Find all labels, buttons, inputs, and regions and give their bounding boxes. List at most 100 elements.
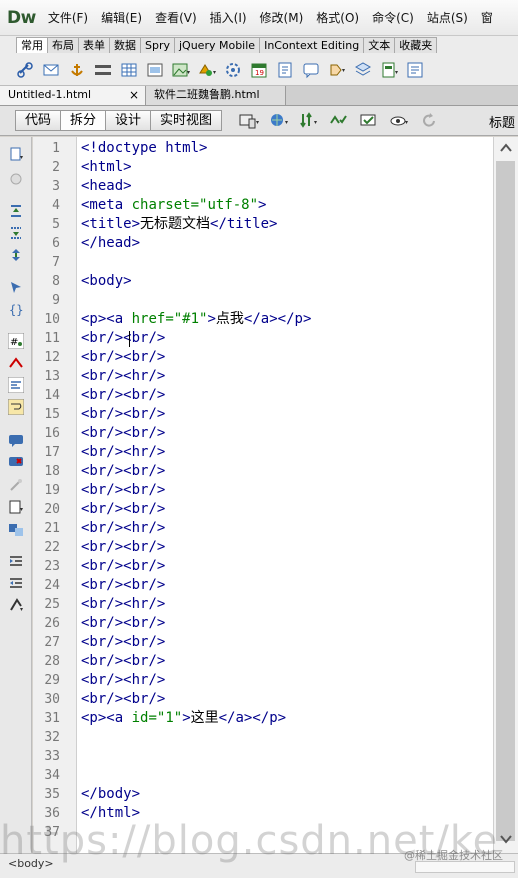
image-icon[interactable] xyxy=(172,61,190,79)
line-number: 34 xyxy=(44,768,60,783)
templates-icon[interactable] xyxy=(380,61,398,79)
named-anchor-icon[interactable] xyxy=(68,61,86,79)
line-numbers-icon[interactable]: # xyxy=(7,332,25,350)
insert-div-icon[interactable] xyxy=(146,61,164,79)
menu-modify[interactable]: 修改(M) xyxy=(260,9,304,26)
date-icon[interactable]: 19 xyxy=(250,61,268,79)
code-text: <title>无标题文档</title> xyxy=(81,216,278,232)
line-number: 15 xyxy=(44,407,60,422)
collapse-full-tag-icon[interactable] xyxy=(8,203,24,219)
close-icon[interactable]: × xyxy=(129,86,139,104)
scrollbar-thumb[interactable] xyxy=(496,161,515,841)
w3c-validation-icon[interactable] xyxy=(329,111,351,131)
comment-icon[interactable] xyxy=(302,61,320,79)
menu-format[interactable]: 格式(O) xyxy=(316,9,359,26)
head-icon[interactable] xyxy=(328,61,346,79)
code-text: <br/><br/> xyxy=(81,330,166,346)
script-icon[interactable] xyxy=(354,61,372,79)
line-number: 16 xyxy=(44,426,60,441)
line-number: 33 xyxy=(44,749,60,764)
check-browser-icon[interactable] xyxy=(359,111,381,131)
wrap-tag-icon[interactable] xyxy=(8,477,24,493)
line-number: 22 xyxy=(44,540,60,555)
server-include-icon[interactable] xyxy=(276,61,294,79)
preview-browser-icon[interactable] xyxy=(269,111,291,131)
menu-window[interactable]: 窗 xyxy=(481,9,493,26)
tag-chooser-icon[interactable] xyxy=(406,61,424,79)
vertical-scrollbar[interactable] xyxy=(493,137,518,853)
menu-site[interactable]: 站点(S) xyxy=(427,9,468,26)
document-tab-untitled[interactable]: Untitled-1.html × xyxy=(0,86,146,105)
tab-forms[interactable]: 表单 xyxy=(78,37,110,53)
email-link-icon[interactable] xyxy=(42,61,60,79)
code-text: <br/><br/> xyxy=(81,425,166,441)
menu-commands[interactable]: 命令(C) xyxy=(372,9,414,26)
tag-selector[interactable]: <body> xyxy=(8,857,54,870)
menu-edit[interactable]: 编辑(E) xyxy=(101,9,142,26)
tab-data[interactable]: 数据 xyxy=(109,37,141,53)
line-number: 35 xyxy=(44,787,60,802)
code-view-button[interactable]: 代码 xyxy=(15,110,62,131)
file-management-icon[interactable] xyxy=(299,111,321,131)
tab-jquery-mobile[interactable]: jQuery Mobile xyxy=(174,37,261,53)
indent-code-icon[interactable] xyxy=(8,553,24,569)
remove-comment-icon[interactable] xyxy=(8,455,24,471)
tab-common[interactable]: 常用 xyxy=(16,37,48,53)
code-text: <head> xyxy=(81,178,132,194)
expand-all-icon[interactable] xyxy=(8,247,24,263)
media-icon[interactable] xyxy=(198,61,216,79)
outdent-code-icon[interactable] xyxy=(8,575,24,591)
menu-view[interactable]: 查看(V) xyxy=(155,9,197,26)
menu-bar: Dw 文件(F) 编辑(E) 查看(V) 插入(I) 修改(M) 格式(O) 命… xyxy=(0,0,518,36)
balance-braces-icon[interactable]: {} xyxy=(8,301,24,317)
widget-icon[interactable] xyxy=(224,61,242,79)
show-code-navigator-icon[interactable] xyxy=(8,171,24,187)
document-tab-label: 软件二班魏鲁鹏.html xyxy=(154,88,260,101)
horizontal-rule-icon[interactable] xyxy=(94,61,112,79)
open-documents-icon[interactable] xyxy=(8,147,24,163)
line-number: 26 xyxy=(44,616,60,631)
code-text: <br/><br/> xyxy=(81,691,166,707)
tab-layout[interactable]: 布局 xyxy=(47,37,79,53)
table-icon[interactable] xyxy=(120,61,138,79)
document-tabs: Untitled-1.html × 软件二班魏鲁鹏.html xyxy=(0,86,518,106)
line-number: 2 xyxy=(52,160,60,175)
word-wrap-icon[interactable] xyxy=(7,398,25,416)
code-text: <br/><hr/> xyxy=(81,444,166,460)
visual-aids-icon[interactable] xyxy=(389,111,411,131)
line-number: 6 xyxy=(52,236,60,251)
line-number: 25 xyxy=(44,597,60,612)
hyperlink-icon[interactable] xyxy=(16,61,34,79)
move-css-icon[interactable] xyxy=(8,521,24,537)
scroll-down-icon[interactable] xyxy=(498,832,514,846)
multiscreen-icon[interactable] xyxy=(239,111,261,131)
split-view-button[interactable]: 拆分 xyxy=(60,110,107,131)
scroll-up-icon[interactable] xyxy=(498,141,514,155)
tab-text[interactable]: 文本 xyxy=(363,37,396,53)
highlight-invalid-code-icon[interactable] xyxy=(8,355,24,371)
menu-insert[interactable]: 插入(I) xyxy=(210,9,247,26)
document-tab-second[interactable]: 软件二班魏鲁鹏.html xyxy=(146,86,286,105)
line-number: 20 xyxy=(44,502,60,517)
design-view-button[interactable]: 设计 xyxy=(105,110,152,131)
tab-favorites[interactable]: 收藏夹 xyxy=(394,37,438,53)
code-editor[interactable]: 1 <!doctype html> 2 <html> 3 <head> 4 <meta cha… xyxy=(33,137,493,878)
line-number: 32 xyxy=(44,730,60,745)
recent-snippets-icon[interactable] xyxy=(8,499,24,515)
title-label: 标题 xyxy=(489,116,516,131)
code-text: <br/><br/> xyxy=(81,482,166,498)
tab-spry[interactable]: Spry xyxy=(140,37,175,53)
live-view-button[interactable]: 实时视图 xyxy=(150,110,223,131)
code-text: <br/><br/> xyxy=(81,653,166,669)
collapse-selection-icon[interactable] xyxy=(8,225,24,241)
format-source-icon[interactable] xyxy=(8,597,24,613)
syntax-coloring-icon[interactable] xyxy=(7,376,25,394)
text-caret xyxy=(129,331,130,347)
tab-incontext-editing[interactable]: InContext Editing xyxy=(259,37,365,53)
code-text: <br/><br/> xyxy=(81,349,166,365)
apply-comment-icon[interactable] xyxy=(8,433,24,449)
menu-file[interactable]: 文件(F) xyxy=(48,9,88,26)
select-parent-tag-icon[interactable] xyxy=(8,279,24,295)
line-number: 28 xyxy=(44,654,60,669)
refresh-icon[interactable] xyxy=(419,111,441,131)
